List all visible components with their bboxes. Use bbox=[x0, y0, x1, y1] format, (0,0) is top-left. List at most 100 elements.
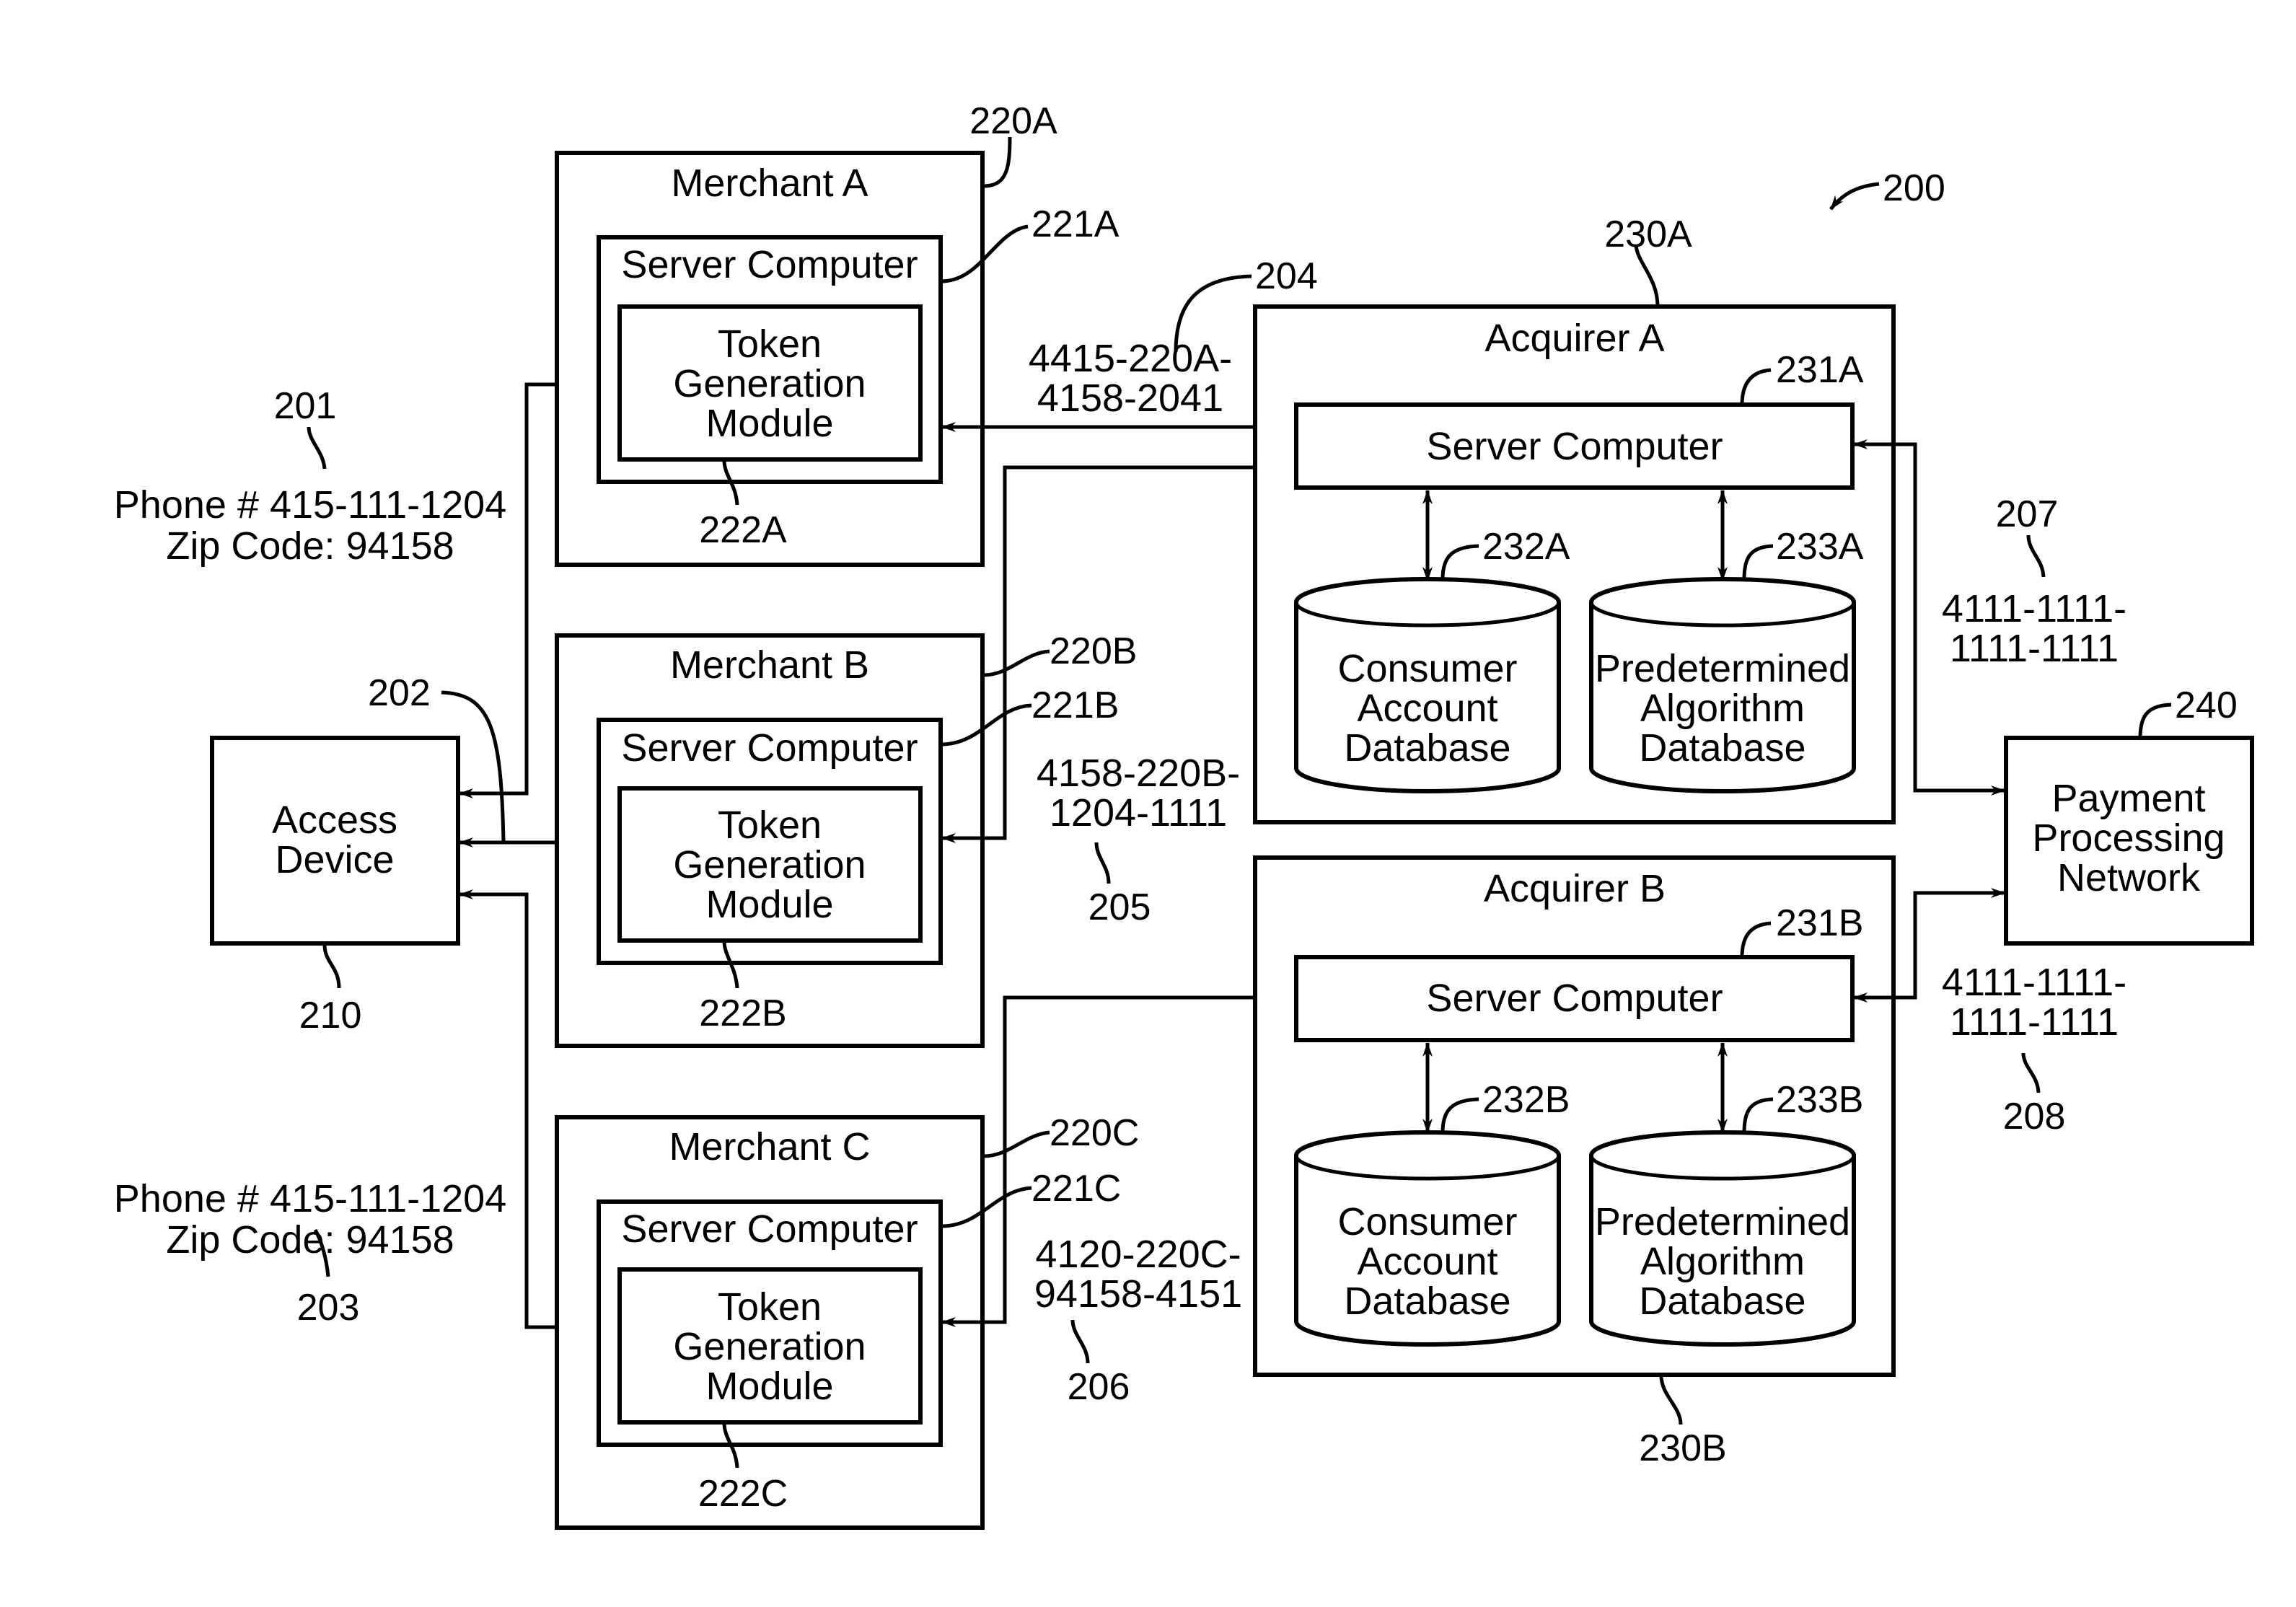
db-ref: 233A bbox=[1776, 526, 1864, 568]
database-label: Consumer bbox=[1337, 1200, 1517, 1243]
account-number-text: 4111-1111- bbox=[1942, 587, 2126, 630]
acquirer-ref-leader bbox=[1659, 1375, 1683, 1425]
token-module-label: Generation bbox=[673, 1325, 866, 1368]
database-label: Predetermined bbox=[1595, 1200, 1850, 1243]
account-number-text: 4111-1111- bbox=[1942, 961, 2126, 1004]
payment-network-label: Payment bbox=[2051, 777, 2205, 820]
token-text: 4415-220A- bbox=[1029, 337, 1232, 380]
merchant-c: Merchant C Server Computer Token Generat… bbox=[555, 1112, 1139, 1530]
database-label: Algorithm bbox=[1640, 1240, 1805, 1283]
access-device-label: Device bbox=[275, 838, 394, 881]
zip-code-text: Zip Code: 94158 bbox=[166, 1218, 454, 1262]
database-label: Database bbox=[1344, 726, 1510, 770]
payment-network-label: Network bbox=[2057, 856, 2201, 899]
token-text: 4120-220C- bbox=[1035, 1233, 1241, 1276]
token-module-label: Token bbox=[718, 804, 822, 847]
zip-code-text: Zip Code: 94158 bbox=[166, 524, 454, 568]
acquirer-b-title: Acquirer B bbox=[1484, 867, 1666, 910]
acquirer-b-server-label: Server Computer bbox=[1426, 977, 1723, 1020]
database-label: Algorithm bbox=[1640, 687, 1805, 730]
database-label: Account bbox=[1357, 687, 1497, 730]
phone-number-text: Phone # 415-111-1204 bbox=[114, 483, 506, 527]
access-device-leader bbox=[322, 944, 341, 989]
token-module-label: Module bbox=[705, 883, 833, 926]
payment-network-ref: 240 bbox=[2175, 684, 2238, 726]
account-number-208: 4111-1111- 1111-1111 208 bbox=[1942, 961, 2126, 1137]
module-ref: 222B bbox=[699, 992, 786, 1034]
token-205: 4158-220B- 1204-1111 205 bbox=[1037, 752, 1240, 928]
token-ref: 205 bbox=[1088, 886, 1151, 928]
merchant-a-title: Merchant A bbox=[671, 162, 868, 205]
merchant-a-server-label: Server Computer bbox=[621, 243, 918, 286]
token-ref-leader bbox=[1070, 1319, 1090, 1364]
db-ref: 232B bbox=[1482, 1079, 1570, 1121]
figure-ref-leader bbox=[1829, 182, 1880, 211]
token-ref: 206 bbox=[1068, 1366, 1130, 1408]
account-number-text: 1111-1111 bbox=[1950, 1000, 2119, 1044]
acquirer-ref: 230B bbox=[1639, 1427, 1726, 1469]
account-number-ref: 207 bbox=[1996, 493, 2059, 535]
merchant-b-server-label: Server Computer bbox=[621, 726, 918, 770]
phone-number-text: Phone # 415-111-1204 bbox=[114, 1177, 506, 1220]
acquirer-a-title: Acquirer A bbox=[1485, 317, 1664, 360]
merchant-b-title: Merchant B bbox=[670, 643, 869, 687]
token-module-label: Generation bbox=[673, 843, 866, 886]
database-label: Database bbox=[1639, 726, 1805, 770]
account-number-207: 207 4111-1111- 1111-1111 bbox=[1942, 493, 2126, 670]
token-module-label: Token bbox=[718, 1285, 822, 1329]
acquirer-b: Acquirer B 230B Server Computer 231B Con… bbox=[1253, 855, 1896, 1469]
access-device-ref: 210 bbox=[299, 995, 362, 1036]
db-ref: 233B bbox=[1776, 1079, 1863, 1121]
server-ref: 221B bbox=[1032, 684, 1119, 726]
acquirer-ref: 230A bbox=[1604, 213, 1692, 255]
access-device-label: Access bbox=[272, 798, 397, 842]
database-label: Predetermined bbox=[1595, 647, 1850, 690]
token-module-label: Module bbox=[705, 402, 833, 445]
figure-reference: 200 bbox=[1829, 167, 1945, 211]
token-module-label: Generation bbox=[673, 362, 866, 405]
customer-info-203: Phone # 415-111-1204 Zip Code: 94158 203 bbox=[114, 1177, 506, 1329]
account-number-ref: 208 bbox=[2003, 1096, 2066, 1137]
payment-processing-network: Payment Processing Network 240 bbox=[2004, 684, 2254, 946]
token-module-label: Module bbox=[705, 1365, 833, 1408]
merchant-b: Merchant B Server Computer Token Generat… bbox=[555, 630, 1137, 1048]
access-link-ref: 202 bbox=[368, 672, 431, 714]
server-ref: 231A bbox=[1776, 349, 1864, 391]
customer-info-201: 201 Phone # 415-111-1204 Zip Code: 94158 bbox=[114, 385, 506, 568]
server-ref: 231B bbox=[1776, 902, 1863, 944]
server-ref: 221A bbox=[1032, 203, 1120, 245]
token-ref-leader bbox=[1094, 842, 1111, 884]
account-number-leader bbox=[2026, 534, 2046, 578]
token-ref: 204 bbox=[1255, 255, 1318, 297]
module-ref: 222C bbox=[698, 1473, 788, 1515]
token-module-label: Token bbox=[718, 322, 822, 366]
merchant-ref: 220C bbox=[1050, 1112, 1139, 1154]
merchant-ref-leader bbox=[982, 649, 1050, 677]
token-206: 4120-220C- 94158-4151 206 bbox=[1034, 1233, 1242, 1408]
merchant-ref-leader bbox=[982, 136, 1012, 188]
db-ref: 232A bbox=[1482, 526, 1570, 568]
token-text: 94158-4151 bbox=[1034, 1272, 1242, 1316]
merchant-c-title: Merchant C bbox=[669, 1125, 870, 1168]
database-label: Database bbox=[1639, 1280, 1805, 1323]
database-label: Consumer bbox=[1337, 647, 1517, 690]
account-number-text: 1111-1111 bbox=[1950, 627, 2119, 670]
merchant-c-server-label: Server Computer bbox=[621, 1207, 918, 1251]
database-label: Database bbox=[1344, 1280, 1510, 1323]
payment-network-ref-leader bbox=[2138, 703, 2172, 739]
customer-info-ref: 201 bbox=[274, 385, 337, 427]
merchant-ref: 220A bbox=[969, 100, 1057, 142]
account-number-leader bbox=[2021, 1052, 2041, 1093]
merchant-ref: 220B bbox=[1050, 630, 1137, 672]
token-text: 4158-2041 bbox=[1037, 377, 1223, 420]
merchant-ref-leader bbox=[982, 1130, 1050, 1158]
customer-info-leader bbox=[307, 426, 327, 470]
figure-ref-label: 200 bbox=[1883, 167, 1945, 209]
module-ref: 222A bbox=[699, 509, 787, 551]
access-device: Access Device 210 bbox=[210, 736, 460, 1036]
token-text: 4158-220B- bbox=[1037, 752, 1240, 795]
customer-info-ref: 203 bbox=[297, 1287, 360, 1329]
payment-network-label: Processing bbox=[2032, 816, 2225, 860]
acquirer-a-server-label: Server Computer bbox=[1426, 425, 1723, 468]
payment-system-diagram: 200 201 Phone # 415-111-1204 Zip Code: 9… bbox=[114, 100, 2254, 1530]
